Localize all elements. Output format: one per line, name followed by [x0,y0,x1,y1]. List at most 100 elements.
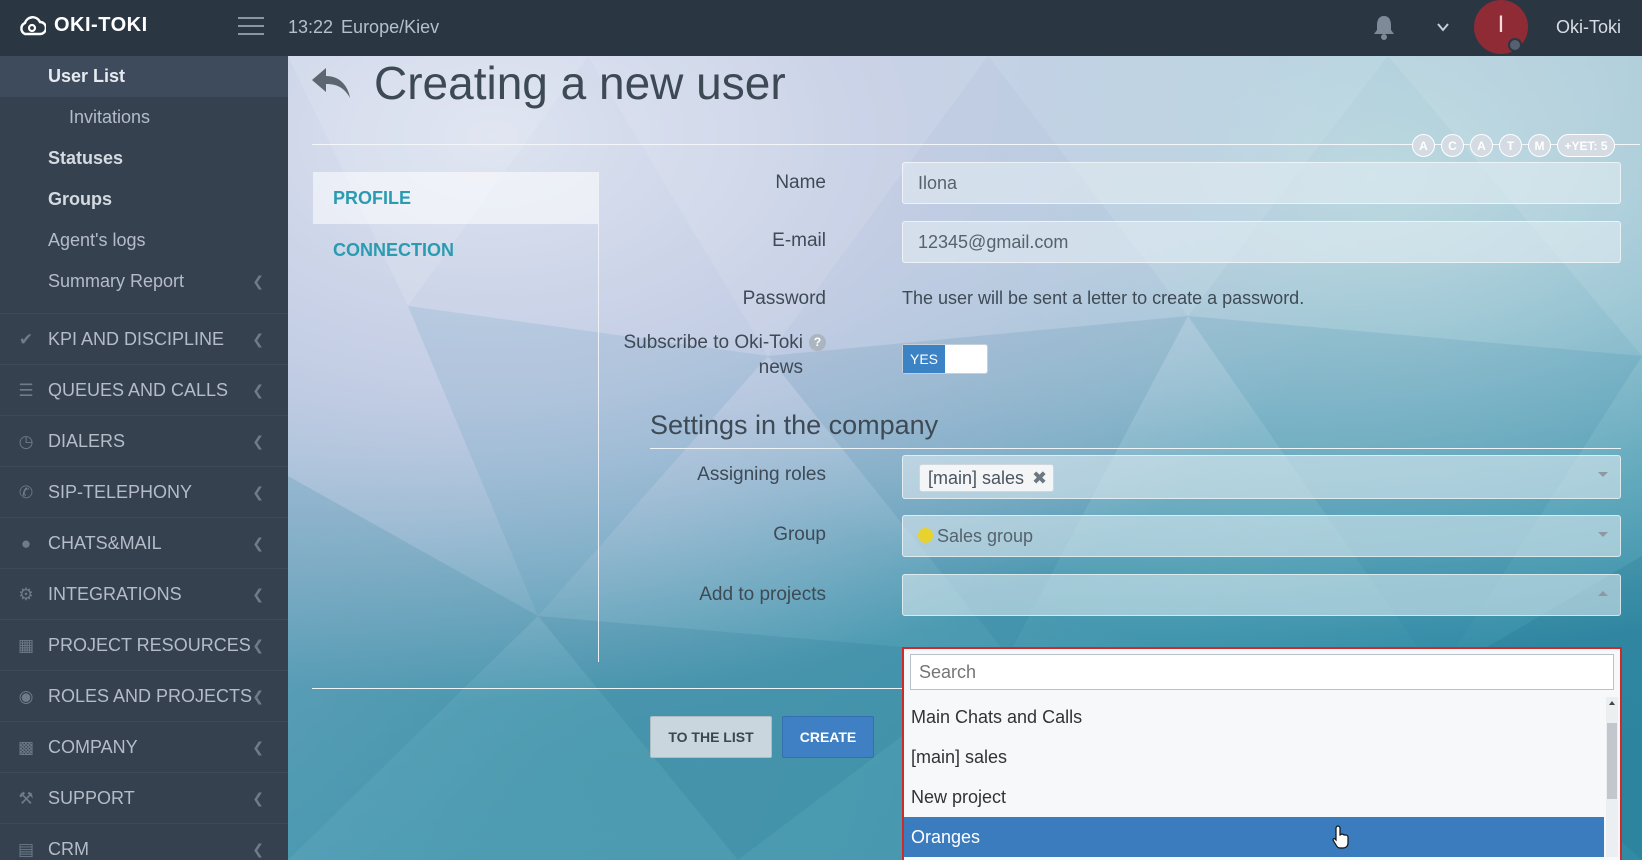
username[interactable]: Oki-Toki [1556,17,1621,38]
roles-label: Assigning roles [697,464,826,485]
dropdown-scrollbar[interactable] [1606,697,1618,857]
phone-icon: ✆ [18,483,34,502]
sidebar-item-company[interactable]: ▩ COMPANY ❮ [0,722,288,773]
hand-cursor-icon [1332,825,1350,854]
chevron-left-icon: ❮ [252,739,264,755]
subscribe-toggle[interactable]: YES [902,344,988,374]
sidebar-item-dialers[interactable]: ◷ DIALERS ❮ [0,416,288,467]
sidebar-item-groups[interactable]: Groups [0,179,288,220]
role-chip-label: [main] sales [928,468,1025,488]
badge-more[interactable]: +YET: 5 [1557,134,1615,157]
sidebar-item-sip-telephony[interactable]: ✆ SIP-TELEPHONY ❮ [0,467,288,518]
wrench-icon: ⚒ [18,789,34,808]
current-time: 13:22 [288,17,334,37]
scroll-thumb[interactable] [1607,723,1617,799]
dropdown-option-highlighted[interactable]: Oranges [904,817,1604,857]
sidebar-item-label: KPI AND DISCIPLINE [48,329,225,349]
chevron-left-icon: ❮ [252,484,264,500]
section-title: Settings in the company [650,410,939,440]
role-chip: [main] sales ✖ [919,464,1055,492]
badge-t[interactable]: T [1499,134,1522,157]
help-icon[interactable]: ? [809,334,826,351]
name-field[interactable]: Ilona [902,162,1621,204]
back-arrow-icon[interactable] [310,64,354,109]
tab-connection[interactable]: CONNECTION [313,224,598,276]
sidebar-item-label: SIP-TELEPHONY [48,482,193,502]
tab-profile[interactable]: PROFILE [313,172,598,224]
user-badges: A C A T M +YET: 5 [1412,134,1615,157]
sidebar-item-label: INTEGRATIONS [48,584,182,604]
menu-toggle-icon[interactable] [238,17,264,37]
sidebar-item-label: CHATS&MAIL [48,533,162,553]
chevron-left-icon: ❮ [252,331,264,347]
chevron-left-icon: ❮ [252,382,264,398]
status-dot [1508,38,1522,52]
sidebar-item-integrations[interactable]: ⚙ INTEGRATIONS ❮ [0,569,288,620]
dropdown-option[interactable]: Main Chats and Calls [904,697,1604,737]
clock-icon: ◷ [18,432,34,451]
to-the-list-button[interactable]: TO THE LIST [650,716,772,758]
email-field[interactable]: 12345@gmail.com [902,221,1621,263]
dropdown-search-input[interactable] [910,654,1614,690]
roles-select[interactable]: [main] sales ✖ [902,455,1621,499]
sidebar-item-project-resources[interactable]: ▦ PROJECT RESOURCES ❮ [0,620,288,671]
section-divider [650,448,1621,449]
main-content: Creating a new user A C A T M +YET: 5 PR… [288,56,1642,860]
projects-label: Add to projects [699,584,826,605]
sidebar-item-label: Summary Report [48,271,185,291]
sidebar-item-statuses[interactable]: Statuses [0,138,288,179]
password-label: Password [742,288,826,309]
sidebar-item-summary-report[interactable]: Summary Report ❮ [0,261,288,302]
toggle-on-label: YES [903,345,945,373]
group-value: Sales group [937,526,1034,546]
email-label: E-mail [772,230,826,251]
sidebar-item-roles-projects[interactable]: ◉ ROLES AND PROJECTS ❮ [0,671,288,722]
chevron-up-icon [1598,591,1608,596]
chevron-left-icon: ❮ [252,586,264,602]
sidebar-item-invitations[interactable]: Invitations [0,97,288,138]
create-button[interactable]: CREATE [782,716,874,758]
chevron-left-icon: ❮ [252,637,264,653]
badge-a[interactable]: A [1412,134,1435,157]
scroll-up-icon[interactable] [1609,701,1615,705]
sidebar: User List Invitations Statuses Groups Ag… [0,56,288,860]
form-tabs: PROFILE CONNECTION [313,172,599,662]
clock: 13:22 Europe/Kiev [288,17,439,38]
chevron-left-icon: ❮ [252,841,264,857]
dropdown-option[interactable]: New project [904,777,1604,817]
badge-m[interactable]: M [1528,134,1551,157]
sidebar-item-user-list[interactable]: User List [0,56,288,97]
sidebar-item-label: COMPANY [48,737,138,757]
projects-dropdown: Main Chats and Calls [main] sales New pr… [902,647,1622,860]
sidebar-item-label: ROLES AND PROJECTS [48,686,253,706]
projects-select[interactable] [902,574,1621,616]
dropdown-option[interactable]: [main] sales [904,737,1604,777]
card-icon: ▤ [17,840,35,859]
badge-a-2[interactable]: A [1470,134,1493,157]
sidebar-item-label: PROJECT RESOURCES [48,635,251,655]
subscribe-label-line2: news [758,357,803,378]
sidebar-item-queues[interactable]: ☰ QUEUES AND CALLS ❮ [0,365,288,416]
sidebar-divider [0,302,288,314]
bell-icon[interactable] [1372,14,1396,45]
list-icon: ☰ [18,381,34,400]
gears-icon: ⚙ [18,585,34,604]
sidebar-item-chats-mail[interactable]: ● CHATS&MAIL ❮ [0,518,288,569]
remove-chip-icon[interactable]: ✖ [1032,468,1047,488]
sidebar-item-kpi[interactable]: ✔ KPI AND DISCIPLINE ❮ [0,314,288,365]
chat-icon: ● [20,534,32,553]
logo[interactable]: OKI-TOKI [18,14,148,37]
top-bar: OKI-TOKI 13:22 Europe/Kiev I Oki-Toki [0,0,1642,56]
sidebar-item-agents-logs[interactable]: Agent's logs [0,220,288,261]
check-icon: ✔ [18,330,34,349]
toggle-icon: ◉ [18,687,34,706]
sidebar-item-crm[interactable]: ▤ CRM ❮ [0,824,288,860]
chevron-down-icon[interactable] [1436,20,1450,39]
sidebar-item-support[interactable]: ⚒ SUPPORT ❮ [0,773,288,824]
group-select[interactable]: Sales group [902,515,1621,557]
dropdown-options: Main Chats and Calls [main] sales New pr… [904,697,1604,857]
group-color-dot [918,528,933,543]
timezone: Europe/Kiev [341,17,440,37]
chevron-left-icon: ❮ [252,433,264,449]
badge-c[interactable]: C [1441,134,1464,157]
